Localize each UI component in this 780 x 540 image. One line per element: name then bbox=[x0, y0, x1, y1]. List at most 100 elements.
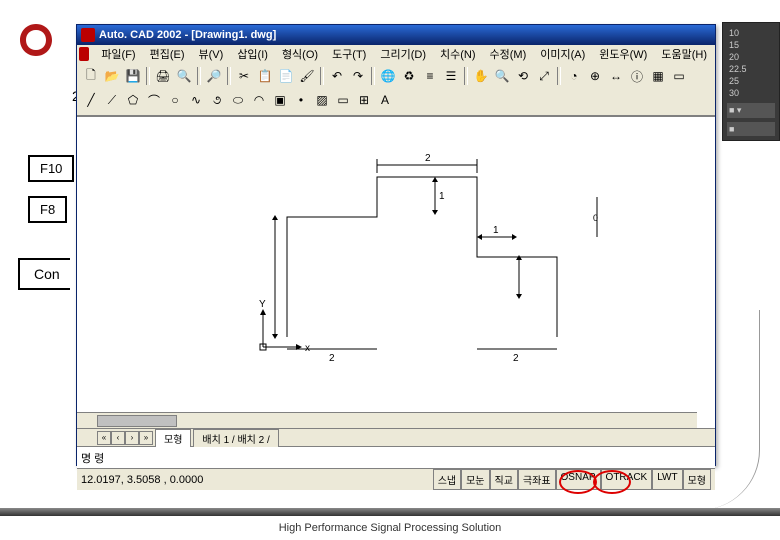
hatch-icon[interactable]: ▦ bbox=[648, 66, 668, 86]
menu-image[interactable]: 이미지(A) bbox=[534, 45, 591, 63]
status-snap[interactable]: 스냅 bbox=[433, 469, 461, 490]
menu-edit[interactable]: 편집(E) bbox=[144, 45, 191, 63]
titlebar[interactable]: Auto. CAD 2002 - [Drawing1. dwg] bbox=[77, 25, 715, 45]
slide-logo bbox=[16, 20, 56, 60]
dim2-icon[interactable]: A bbox=[375, 90, 395, 110]
copy-icon[interactable]: 📋 bbox=[255, 66, 275, 86]
paste-icon[interactable]: 📄 bbox=[276, 66, 296, 86]
right-side-panel: 10 15 20 22.5 25 30 ■ ▾ ■ bbox=[722, 22, 780, 141]
circle-q-icon[interactable]: ◔ bbox=[564, 66, 584, 86]
svg-text:Y: Y bbox=[259, 299, 266, 310]
menu-draw[interactable]: 그리기(D) bbox=[374, 45, 432, 63]
new-icon[interactable]: 🗋 bbox=[81, 66, 101, 86]
command-line[interactable]: 명 령 bbox=[77, 446, 715, 468]
polygon-icon[interactable]: ⬠ bbox=[123, 90, 143, 110]
coordinates-readout: 12.0197, 3.5058 , 0.0000 bbox=[81, 474, 219, 486]
svg-text:x: x bbox=[305, 343, 310, 354]
ortho-icon[interactable]: ⊕ bbox=[585, 66, 605, 86]
refresh-icon[interactable]: ♻ bbox=[399, 66, 419, 86]
status-grid[interactable]: 모눈 bbox=[461, 469, 489, 490]
f10-key-box: F10 bbox=[28, 155, 74, 182]
layout-tab-bar: « ‹ › » 모형 배치 1 / 배치 2 / bbox=[77, 428, 715, 446]
menu-modify[interactable]: 수정(M) bbox=[484, 45, 533, 63]
tab-model[interactable]: 모형 bbox=[155, 429, 191, 447]
panel-row[interactable]: 22.5 bbox=[727, 63, 775, 75]
region-icon[interactable]: ▭ bbox=[333, 90, 353, 110]
text-icon[interactable]: ⊞ bbox=[354, 90, 374, 110]
open-icon[interactable]: 📂 bbox=[102, 66, 122, 86]
panel-row[interactable]: 10 bbox=[727, 27, 775, 39]
panel-swatch-1[interactable]: ■ ▾ bbox=[727, 103, 775, 118]
panel-row[interactable]: 15 bbox=[727, 39, 775, 51]
find-icon[interactable]: 🔎 bbox=[204, 66, 224, 86]
status-polar[interactable]: 극좌표 bbox=[518, 469, 556, 490]
svg-text:2: 2 bbox=[425, 153, 431, 164]
net-icon[interactable]: 🌐 bbox=[378, 66, 398, 86]
tab-first-icon[interactable]: « bbox=[97, 431, 111, 445]
status-ortho[interactable]: 직교 bbox=[490, 469, 518, 490]
arc-icon[interactable]: ⌒ bbox=[144, 90, 164, 110]
f8-key-label: F8 bbox=[40, 202, 55, 217]
footer-text: High Performance Signal Processing Solut… bbox=[0, 522, 780, 534]
panel-swatch-2[interactable]: ■ bbox=[727, 122, 775, 136]
preview-icon[interactable]: 🔍 bbox=[174, 66, 194, 86]
match-icon[interactable]: 🖌 bbox=[297, 66, 317, 86]
menu-dim[interactable]: 치수(N) bbox=[434, 45, 482, 63]
line-icon[interactable]: ╱ bbox=[81, 90, 101, 110]
dim-icon[interactable]: ↔ bbox=[606, 66, 626, 86]
hatch2-icon[interactable]: ▨ bbox=[312, 90, 332, 110]
panel-row[interactable]: 30 bbox=[727, 87, 775, 99]
menu-file[interactable]: 파일(F) bbox=[95, 45, 141, 63]
cad-drawing: 2 1 1 2 2 Y x bbox=[257, 147, 607, 377]
app-icon bbox=[81, 28, 95, 42]
point-icon[interactable]: • bbox=[291, 90, 311, 110]
menu-format[interactable]: 형식(O) bbox=[276, 45, 324, 63]
panel-row[interactable]: 20 bbox=[727, 51, 775, 63]
tab-layouts[interactable]: 배치 1 / 배치 2 / bbox=[193, 429, 278, 447]
print-icon[interactable]: 🖨 bbox=[153, 66, 173, 86]
spline-icon[interactable]: ∿ bbox=[186, 90, 206, 110]
status-lwt[interactable]: LWT bbox=[652, 469, 682, 490]
zoom-icon[interactable]: 🔍 bbox=[492, 66, 512, 86]
ellipse-icon[interactable]: ⬭ bbox=[228, 90, 248, 110]
pline-icon[interactable]: ⟋ bbox=[102, 90, 122, 110]
menu-view[interactable]: 뷰(V) bbox=[193, 45, 230, 63]
zoom-prev-icon[interactable]: ⟲ bbox=[513, 66, 533, 86]
menu-help[interactable]: 도움말(H) bbox=[655, 45, 713, 63]
spiral-icon[interactable]: ૭ bbox=[207, 90, 227, 110]
circle-icon[interactable]: ○ bbox=[165, 90, 185, 110]
layers-icon[interactable]: ≡ bbox=[420, 66, 440, 86]
autocad-window: Auto. CAD 2002 - [Drawing1. dwg] 파일(F) 편… bbox=[76, 24, 716, 466]
tab-last-icon[interactable]: » bbox=[139, 431, 153, 445]
drawing-canvas[interactable]: 2 1 1 2 2 Y x bbox=[77, 116, 715, 446]
props-icon[interactable]: ☰ bbox=[441, 66, 461, 86]
toolbar-area: 🗋 📂 💾 🖨 🔍 🔎 ✂ 📋 📄 🖌 ↶ ↷ 🌐 ♻ ≡ bbox=[77, 63, 715, 116]
select-icon[interactable]: ▭ bbox=[669, 66, 689, 86]
undo-icon[interactable]: ↶ bbox=[327, 66, 347, 86]
con-box: Con bbox=[18, 258, 70, 290]
pan-icon[interactable]: ✋ bbox=[471, 66, 491, 86]
toolbar-row-1: 🗋 📂 💾 🖨 🔍 🔎 ✂ 📋 📄 🖌 ↶ ↷ 🌐 ♻ ≡ bbox=[81, 65, 711, 87]
tab-prev-icon[interactable]: ‹ bbox=[111, 431, 125, 445]
ellipse-arc-icon[interactable]: ◠ bbox=[249, 90, 269, 110]
panel-row[interactable]: 25 bbox=[727, 75, 775, 87]
menu-window[interactable]: 윈도우(W) bbox=[593, 45, 653, 63]
info-icon[interactable]: ⓘ bbox=[627, 66, 647, 86]
status-otrack[interactable]: OTRACK bbox=[601, 469, 653, 490]
save-icon[interactable]: 💾 bbox=[123, 66, 143, 86]
svg-text:2: 2 bbox=[513, 353, 519, 364]
tab-next-icon[interactable]: › bbox=[125, 431, 139, 445]
f10-key-label: F10 bbox=[40, 161, 62, 176]
menu-insert[interactable]: 삽입(I) bbox=[231, 45, 274, 63]
scrollbar-horizontal[interactable] bbox=[77, 412, 697, 428]
svg-text:1: 1 bbox=[493, 225, 499, 236]
block-icon[interactable]: ▣ bbox=[270, 90, 290, 110]
command-prompt: 명 령 bbox=[81, 450, 104, 466]
menu-tools[interactable]: 도구(T) bbox=[326, 45, 372, 63]
zoom-ext-icon[interactable]: ⤢ bbox=[534, 66, 554, 86]
status-osnap[interactable]: OSNAP bbox=[556, 469, 601, 490]
redo-icon[interactable]: ↷ bbox=[348, 66, 368, 86]
scroll-thumb[interactable] bbox=[97, 415, 177, 427]
status-model[interactable]: 모형 bbox=[683, 469, 711, 490]
cut-icon[interactable]: ✂ bbox=[234, 66, 254, 86]
